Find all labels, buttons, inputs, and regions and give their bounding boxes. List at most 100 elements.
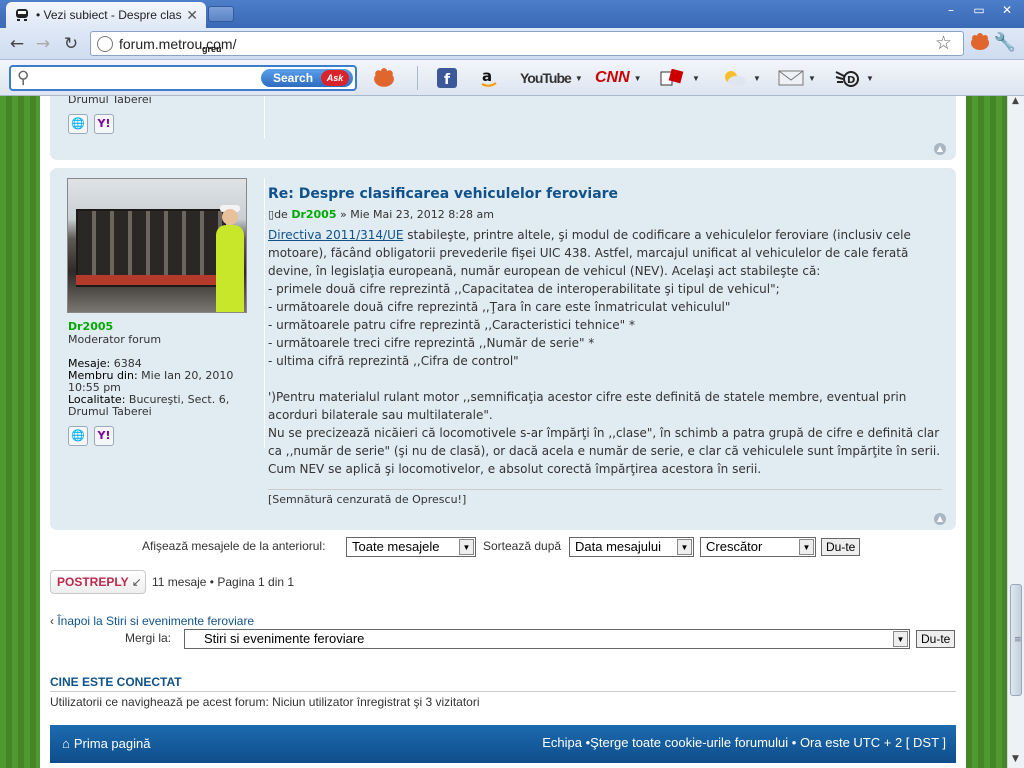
officer-head [222,209,238,225]
reply-arrow-icon: ↙ [131,575,142,589]
profile-divider [264,96,265,138]
ask-logo: Ask [321,70,349,86]
back-to-forum-link[interactable]: ‹ Înapoi la Stiri si evenimente feroviar… [50,614,254,628]
search-icon: ⚲ [17,68,30,88]
previous-post-contact-icons: 🌐 Y! [68,114,114,134]
avatar [67,178,247,313]
post-body-line: ca ,,număr de serie" (şi nu de clasă), o… [268,444,941,458]
chevron-down-icon: ▼ [692,73,700,83]
post-reply-button[interactable]: POSTREPLY ↙ [50,570,146,594]
post-body-line: - ultima cifră reprezintă ,,Cifra de con… [268,354,519,368]
sort-options-bar: Afişează mesajele de la anteriorul: Toat… [50,536,956,558]
maximize-button[interactable]: ▭ [966,1,992,19]
jump-to-value: Stiri si evenimente feroviare [204,631,365,646]
scroll-down-arrow-icon[interactable]: ▼ [1012,754,1019,764]
home-link-text: Prima pagină [73,736,151,751]
tab-close-icon[interactable]: ✕ [186,7,198,24]
scrollbar-thumb[interactable]: ≡ [1010,584,1022,696]
home-link[interactable]: ⌂ Prima pagină [62,736,150,751]
scroll-top-icon[interactable]: ▲ [934,143,946,155]
mail-icon[interactable]: ▼ [778,68,816,88]
profile-location: Localitate: Bucureşti, Sect. 6, Drumul T… [68,393,230,418]
post-body-line: - următoarele treci cifre reprezintă ,,N… [268,336,595,350]
yahoo-icon[interactable]: Y! [94,114,114,134]
sort-by-value: Data mesajului [575,539,661,554]
post-body-line: - primele două cifre reprezintă ,,Capaci… [268,282,780,296]
post-reply-label: POSTREPLY [57,575,129,589]
pagination-info: 11 mesaje • Pagina 1 din 1 [152,575,295,589]
post-title[interactable]: Re: Despre clasificarea vehiculelor fero… [268,186,618,202]
show-posts-label: Afişează mesajele de la anteriorul: [142,539,326,553]
chevron-down-icon: ▼ [633,73,642,83]
globe-icon [97,35,113,52]
footer-links[interactable]: Echipa •Şterge toate cookie-urile forumu… [542,735,946,750]
back-arrow-icon[interactable]: ← [6,33,28,55]
forum-post: Dr2005 Moderator forum Mesaje: 6384 Memb… [50,168,956,530]
post-author-rank: Moderator forum [68,333,162,346]
amazon-icon[interactable]: a [479,68,499,88]
sort-by-label: Sortează după [483,539,562,553]
chevron-down-icon: ▼ [677,539,692,555]
byline-date: » Mie Mai 23, 2012 8:28 am [339,208,494,221]
chevron-down-icon: ▼ [459,539,474,555]
online-divider [50,691,956,692]
chevron-down-icon: ▼ [753,73,761,83]
profile-divider [264,178,265,448]
ask-extension-icon[interactable] [970,33,990,55]
browser-toolbar: ← → ↻ forum.metrou.com/ greu ☆ 🔧 [0,28,1024,60]
website-globe-icon[interactable]: 🌐 [68,114,88,134]
post-body-line: devine, în legislaţia europeană, număr e… [268,264,821,278]
radio-icon[interactable]: D ▼ [834,68,874,88]
scroll-up-arrow-icon[interactable]: ▲ [1012,96,1019,106]
chevron-down-icon: ▼ [893,631,908,647]
youtube-link[interactable]: YouTube ▼ [520,68,583,88]
officer-figure [216,225,244,312]
facebook-icon[interactable]: f [437,68,457,88]
sort-go-button[interactable]: Du-te [821,538,861,556]
post-body-line: - următoarele patru cifre reprezintă ,,C… [268,318,635,332]
byline-prefix: de [274,208,288,221]
home-icon: ⌂ [62,736,70,751]
body-line1-rest: stabileşte, printre altele, şi modul de … [403,228,911,242]
post-body: Directiva 2011/314/UE stabileşte, printr… [268,226,948,478]
scroll-top-icon[interactable]: ▲ [934,513,946,525]
ask-toolbar: ⚲ Search Ask f a YouTube ▼ CNN ▼ ▼ ▼ ▼ D… [0,60,1024,96]
reload-icon[interactable]: ↻ [60,33,82,55]
post-body-line: ')Pentru materialul rulant motor ,,semni… [268,390,907,404]
address-bar[interactable]: forum.metrou.com/ greu [90,31,964,56]
ask-search-button[interactable]: Search Ask [261,69,353,87]
new-tab-button[interactable] [208,6,234,22]
close-window-button[interactable]: ✕ [994,1,1020,19]
directive-link[interactable]: Directiva 2011/314/UE [268,228,403,242]
page-scrollbar[interactable]: ▲ ≡ ▼ [1007,96,1024,768]
bus-stripe [76,275,226,285]
browser-titlebar: • Vezi subiect - Despre clasifica ✕ – ▭ … [0,0,1024,28]
weather-icon[interactable]: ▼ [721,68,761,88]
post-author-name[interactable]: Dr2005 [68,320,113,333]
post-body-line: Directiva 2011/314/UE stabileşte, printr… [268,226,948,244]
post-signature: [Semnătură cenzurată de Oprescu!] [268,493,467,506]
wrench-icon[interactable]: 🔧 [994,32,1016,53]
profile-member: Membru din: Mie Ian 20, 2010 10:55 pm [68,369,234,394]
cnn-link[interactable]: CNN ▼ [595,68,642,88]
jump-to-select[interactable]: Stiri si evenimente feroviare ▼ [184,629,910,649]
jump-go-button[interactable]: Du-te [916,630,956,648]
yahoo-icon[interactable]: Y! [94,426,114,446]
forum-content: Drumul Taberei 🌐 Y! ▲ Dr2005 Moderator f… [40,96,966,768]
chevron-down-icon: ▼ [808,73,816,83]
website-globe-icon[interactable]: 🌐 [68,426,88,446]
ask-search-input[interactable]: ⚲ Search Ask [9,65,357,91]
games-icon[interactable]: ▼ [660,68,700,88]
minimize-button[interactable]: – [938,1,964,19]
previous-post: Drumul Taberei 🌐 Y! ▲ [50,96,956,160]
chevron-left-icon: ‹ [50,614,54,628]
browser-tab[interactable]: • Vezi subiect - Despre clasifica ✕ [6,2,206,28]
show-posts-select[interactable]: Toate mesajele ▼ [346,537,476,557]
sort-order-select[interactable]: Crescător ▼ [700,537,816,557]
forward-arrow-icon[interactable]: → [32,33,54,55]
ask-paw-icon[interactable] [373,68,395,88]
bookmark-star-icon[interactable]: ☆ [935,32,952,54]
url-overlay-text: greu [202,44,222,54]
byline-author[interactable]: Dr2005 [291,208,336,221]
sort-by-select[interactable]: Data mesajului ▼ [569,537,694,557]
